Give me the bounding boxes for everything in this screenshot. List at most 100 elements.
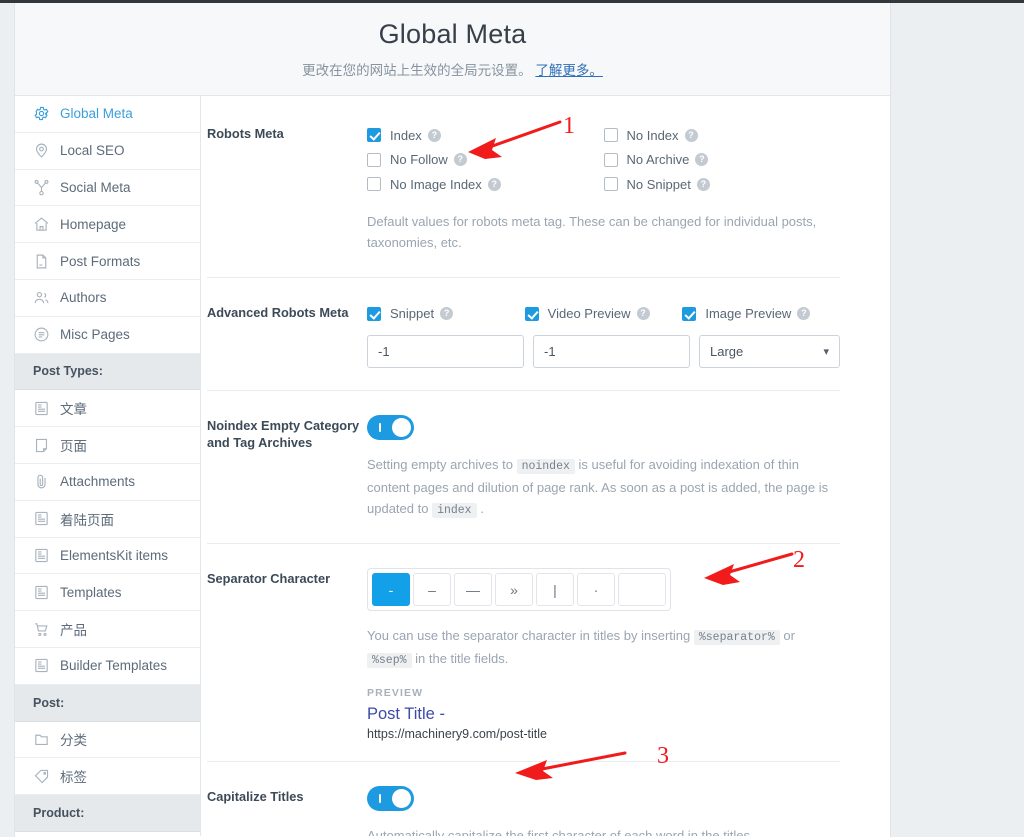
- video-preview-length-input[interactable]: [533, 335, 690, 368]
- sidebar-item-attachments[interactable]: Attachments: [15, 464, 200, 501]
- separator-option-en-dash[interactable]: –: [413, 573, 451, 606]
- sidebar-item-label: 着陆页面: [60, 509, 114, 529]
- snippet-checkbox[interactable]: [367, 307, 381, 321]
- checkbox-label: Index: [390, 128, 422, 143]
- settings-sidebar: Global Meta Local SEO Social Meta Homepa…: [15, 96, 201, 836]
- checkbox-row-no-index[interactable]: No Index ?: [604, 123, 841, 148]
- paperclip-icon: [33, 473, 50, 490]
- home-icon: [33, 216, 50, 233]
- checkbox-row-snippet[interactable]: Snippet ?: [367, 302, 525, 327]
- capitalize-toggle[interactable]: [367, 786, 414, 811]
- learn-more-link[interactable]: 了解更多。: [535, 63, 603, 78]
- page-icon: [33, 437, 50, 454]
- sidebar-item-label: Attachments: [60, 474, 135, 489]
- image-preview-size-select[interactable]: Large ▾: [699, 335, 840, 368]
- help-text-part-1: Setting empty archives to: [367, 457, 517, 472]
- index-checkbox[interactable]: [367, 128, 381, 142]
- checkbox-row-no-image-index[interactable]: No Image Index ?: [367, 172, 604, 197]
- sidebar-item-posts[interactable]: 文章: [15, 390, 200, 427]
- section-advanced-robots-meta: Advanced Robots Meta Snippet ? Video Pre…: [207, 278, 840, 392]
- separator-option-hyphen[interactable]: -: [372, 573, 410, 606]
- sidebar-group-post: Post:: [15, 685, 200, 722]
- checkbox-row-no-follow[interactable]: No Follow ?: [367, 148, 604, 173]
- no-archive-checkbox[interactable]: [604, 153, 618, 167]
- sidebar-item-pages[interactable]: 页面: [15, 427, 200, 464]
- sidebar-item-label: Homepage: [60, 217, 126, 232]
- sidebar-item-label: 标签: [60, 766, 87, 786]
- sidebar-item-authors[interactable]: Authors: [15, 280, 200, 317]
- help-icon[interactable]: ?: [488, 178, 501, 191]
- separator-option-pipe[interactable]: |: [536, 573, 574, 606]
- noindex-empty-toggle[interactable]: [367, 415, 414, 440]
- help-icon[interactable]: ?: [440, 307, 453, 320]
- folder-icon: [33, 731, 50, 748]
- sidebar-item-global-meta[interactable]: Global Meta: [15, 96, 200, 133]
- checkbox-row-no-archive[interactable]: No Archive ?: [604, 148, 841, 173]
- sidebar-item-tags[interactable]: 标签: [15, 758, 200, 795]
- sidebar-item-products[interactable]: 产品: [15, 611, 200, 648]
- noindex-empty-help: Setting empty archives to noindex is use…: [367, 454, 840, 521]
- help-text-part-1: You can use the separator character in t…: [367, 628, 694, 643]
- sidebar-item-landing-pages[interactable]: 着陆页面: [15, 501, 200, 538]
- help-icon[interactable]: ?: [637, 307, 650, 320]
- sidebar-item-post-formats[interactable]: Post Formats: [15, 243, 200, 280]
- no-snippet-checkbox[interactable]: [604, 177, 618, 191]
- checkbox-row-video-preview[interactable]: Video Preview ?: [525, 302, 683, 327]
- sidebar-item-local-seo[interactable]: Local SEO: [15, 133, 200, 170]
- help-code-noindex: noindex: [517, 459, 575, 474]
- sidebar-item-templates[interactable]: Templates: [15, 574, 200, 611]
- users-icon: [33, 289, 50, 306]
- help-code-separator: %separator%: [694, 630, 780, 645]
- section-capitalize-titles: Capitalize Titles Automatically capitali…: [207, 762, 840, 836]
- sidebar-item-social-meta[interactable]: Social Meta: [15, 170, 200, 207]
- checkbox-label: No Index: [627, 128, 679, 143]
- checkbox-row-image-preview[interactable]: Image Preview ?: [682, 302, 840, 327]
- no-follow-checkbox[interactable]: [367, 153, 381, 167]
- checkbox-row-no-snippet[interactable]: No Snippet ?: [604, 172, 841, 197]
- checkbox-label: Image Preview: [705, 306, 791, 321]
- help-icon[interactable]: ?: [685, 129, 698, 142]
- sidebar-item-label: 分类: [60, 729, 87, 749]
- help-text-part-2: or: [780, 628, 795, 643]
- settings-content: Robots Meta Index ? No Follow: [201, 96, 890, 836]
- sidebar-group-post-types: Post Types:: [15, 354, 200, 391]
- snippet-length-input[interactable]: [367, 335, 524, 368]
- separator-options: - – — » | ·: [367, 568, 671, 611]
- checkbox-label: Video Preview: [548, 306, 631, 321]
- image-preview-checkbox[interactable]: [682, 307, 696, 321]
- capitalize-help: Automatically capitalize the first chara…: [367, 825, 840, 836]
- help-icon[interactable]: ?: [454, 153, 467, 166]
- video-preview-checkbox[interactable]: [525, 307, 539, 321]
- article-icon: [33, 547, 50, 564]
- sidebar-item-homepage[interactable]: Homepage: [15, 206, 200, 243]
- help-icon[interactable]: ?: [697, 178, 710, 191]
- sidebar-item-label: Social Meta: [60, 180, 131, 195]
- separator-option-guillemet[interactable]: »: [495, 573, 533, 606]
- sidebar-item-categories[interactable]: 分类: [15, 722, 200, 759]
- checkbox-label: No Snippet: [627, 177, 691, 192]
- preview-label: PREVIEW: [367, 687, 840, 699]
- separator-option-custom[interactable]: [618, 573, 666, 606]
- help-icon[interactable]: ?: [797, 307, 810, 320]
- sidebar-item-label: Misc Pages: [60, 327, 130, 342]
- article-icon: [33, 657, 50, 674]
- help-code-sep: %sep%: [367, 653, 412, 668]
- list-circle-icon: [33, 326, 50, 343]
- document-icon: [33, 253, 50, 270]
- section-noindex-empty-archives: Noindex Empty Category and Tag Archives …: [207, 391, 840, 544]
- help-icon[interactable]: ?: [428, 129, 441, 142]
- sidebar-item-misc-pages[interactable]: Misc Pages: [15, 317, 200, 354]
- sidebar-group-label: Post Types:: [33, 364, 103, 378]
- help-icon[interactable]: ?: [695, 153, 708, 166]
- no-index-checkbox[interactable]: [604, 128, 618, 142]
- separator-option-middot[interactable]: ·: [577, 573, 615, 606]
- sidebar-item-label: 产品: [60, 619, 87, 639]
- capitalize-label: Capitalize Titles: [207, 786, 367, 836]
- no-image-index-checkbox[interactable]: [367, 177, 381, 191]
- sidebar-item-elementskit-items[interactable]: ElementsKit items: [15, 538, 200, 575]
- tag-icon: [33, 768, 50, 785]
- separator-option-em-dash[interactable]: —: [454, 573, 492, 606]
- preview-title: Post Title -: [367, 705, 840, 724]
- sidebar-item-builder-templates[interactable]: Builder Templates: [15, 648, 200, 685]
- chevron-down-icon: ▾: [823, 345, 829, 358]
